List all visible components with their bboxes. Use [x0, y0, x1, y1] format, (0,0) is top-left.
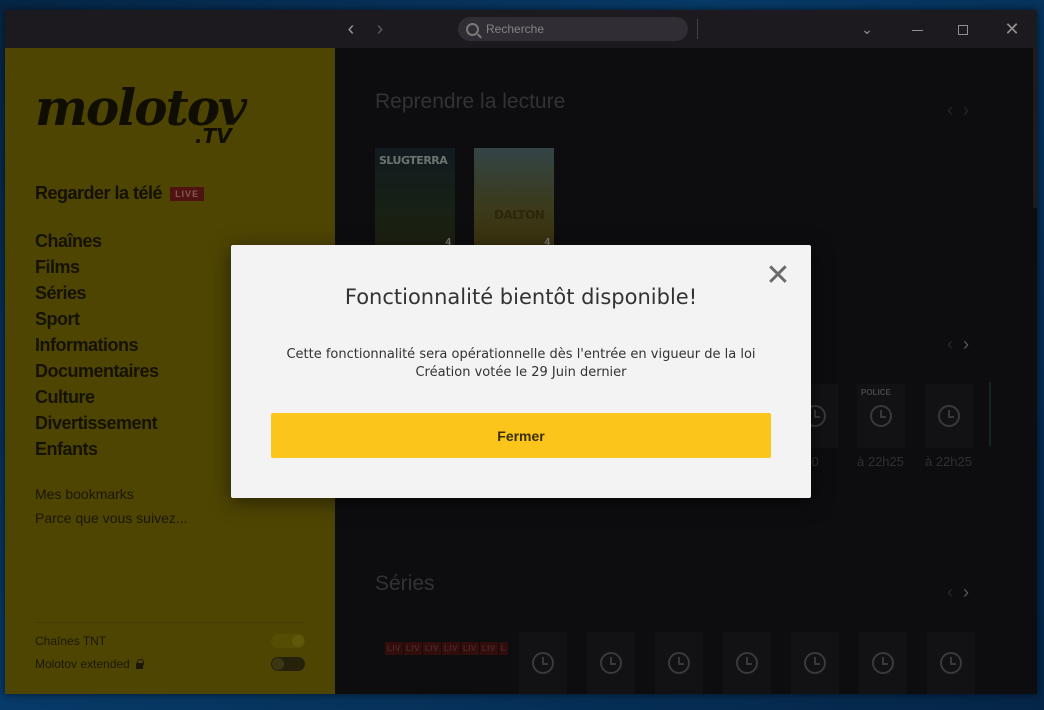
close-button[interactable]: Fermer: [271, 413, 771, 458]
dialog-title: Fonctionnalité bientôt disponible!: [344, 285, 698, 309]
dialog-message-line: Cette fonctionnalité sera opérationnelle…: [286, 347, 756, 362]
dialog-message-line: Création votée le 29 Juin dernier: [415, 365, 627, 380]
dialog-message: Cette fonctionnalité sera opérationnelle…: [271, 346, 771, 382]
feature-unavailable-dialog: ✕ Fonctionnalité bientôt disponible! Cet…: [231, 245, 811, 498]
